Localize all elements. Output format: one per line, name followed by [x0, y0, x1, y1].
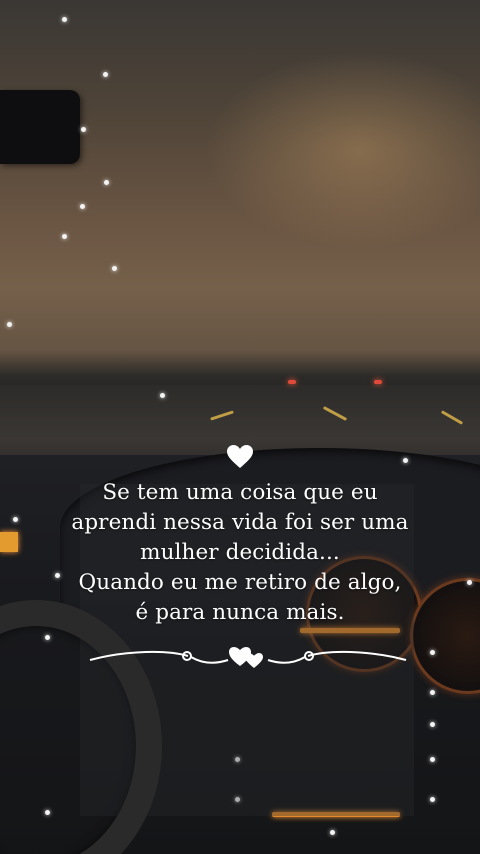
- sparkle-dot: [7, 322, 12, 327]
- sparkle-dot: [103, 72, 108, 77]
- taillight: [288, 380, 296, 384]
- sparkle-dot: [430, 650, 435, 655]
- quote-line-1: Se tem uma coisa que eu: [102, 480, 378, 505]
- sparkle-dot: [62, 234, 67, 239]
- sparkle-dot: [104, 180, 109, 185]
- sparkle-dot: [430, 757, 435, 762]
- quote-line-4: Quando eu me retiro de algo,: [78, 570, 402, 595]
- sparkle-dot: [112, 266, 117, 271]
- rearview-mirror: [0, 90, 80, 164]
- sparkle-dot: [62, 17, 67, 22]
- ornamental-divider: [89, 647, 407, 668]
- sparkle-dot: [430, 690, 435, 695]
- sparkle-dot: [81, 127, 86, 132]
- sparkle-dot: [80, 204, 85, 209]
- sparkle-dot: [430, 722, 435, 727]
- heart-icon: [224, 444, 256, 476]
- sparkle-dot: [330, 830, 335, 835]
- dusk-sky: [0, 0, 480, 400]
- heart-icon-shape: [227, 445, 253, 468]
- double-heart-icon: [229, 647, 263, 668]
- sparkle-dot: [430, 797, 435, 802]
- quote-text: Se tem uma coisa que eu aprendi nessa vi…: [0, 478, 480, 628]
- sparkle-dot: [45, 635, 50, 640]
- quote-line-5: é para nunca mais.: [135, 600, 345, 625]
- taillight: [374, 380, 382, 384]
- sparkle-dot: [45, 810, 50, 815]
- quote-line-2: aprendi nessa vida foi ser uma: [71, 510, 409, 535]
- sparkle-dot: [403, 458, 408, 463]
- quote-line-3: mulher decidida...: [140, 540, 340, 565]
- sparkle-dot: [160, 393, 165, 398]
